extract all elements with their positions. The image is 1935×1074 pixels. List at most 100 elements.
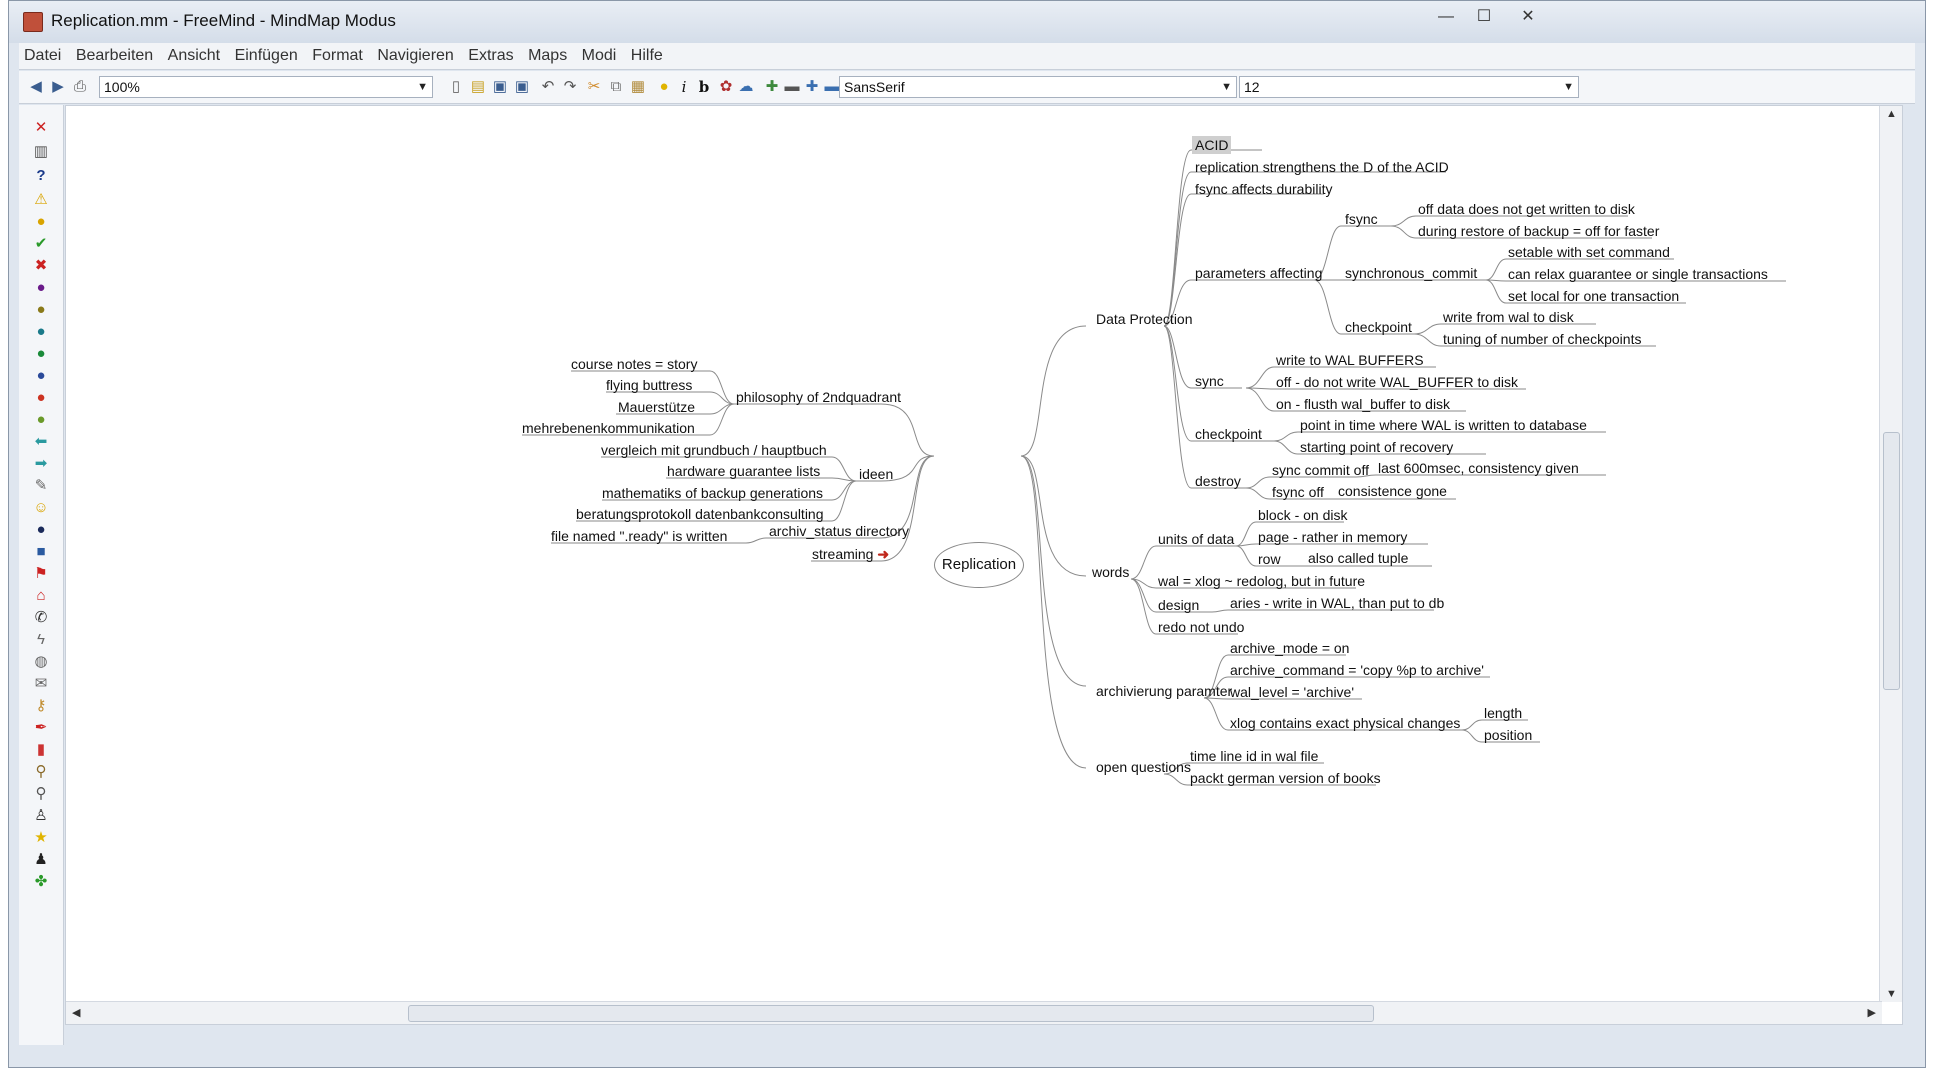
node-wal-xlog[interactable]: wal = xlog ~ redolog, but in future	[1158, 572, 1365, 590]
node-mathematiks[interactable]: mathematiks of backup generations	[602, 484, 823, 502]
node-row[interactable]: row	[1258, 550, 1281, 568]
cloud-icon[interactable]: ☁	[737, 78, 755, 96]
node-ideen[interactable]: ideen	[859, 465, 893, 483]
node-file-ready[interactable]: file named ".ready" is written	[551, 527, 727, 545]
root-node[interactable]: Replication	[934, 542, 1024, 588]
idea-icon[interactable]: ●	[32, 213, 50, 231]
node-write-wal[interactable]: write from wal to disk	[1443, 308, 1574, 326]
node-flying-buttress[interactable]: flying buttress	[606, 376, 692, 394]
node-time-line[interactable]: time line id in wal file	[1190, 747, 1318, 765]
horizontal-scroll-thumb[interactable]	[408, 1005, 1374, 1022]
node-fsync-off[interactable]: fsync off	[1272, 483, 1324, 501]
home-icon[interactable]: ⌂	[32, 587, 50, 605]
penguin-icon[interactable]: ♟	[32, 851, 50, 869]
node-beratung[interactable]: beratungsprotokoll datenbankconsulting	[576, 505, 824, 523]
mindmap-canvas[interactable]: Replication Data Protection ACID replica…	[65, 105, 1903, 1025]
node-packt[interactable]: packt german version of books	[1190, 769, 1381, 787]
scroll-left-icon[interactable]: ◀	[72, 1006, 80, 1019]
remove-icon[interactable]: ✕	[32, 119, 50, 137]
flash-icon[interactable]: ϟ	[32, 631, 50, 649]
node-hardware[interactable]: hardware guarantee lists	[667, 462, 820, 480]
chat-icon[interactable]: ◍	[32, 653, 50, 671]
cut-icon[interactable]: ✂	[585, 78, 603, 96]
priority-1-icon[interactable]: ●	[32, 279, 50, 297]
add-node-icon[interactable]: ✚	[763, 78, 781, 96]
node-data-protection[interactable]: Data Protection	[1096, 310, 1193, 328]
node-archivierung[interactable]: archivierung paramter	[1096, 682, 1232, 700]
book-icon[interactable]: ■	[32, 543, 50, 561]
node-destroy[interactable]: destroy	[1195, 472, 1241, 490]
node-streaming[interactable]: streaming ➜	[812, 545, 889, 563]
priority-3-icon[interactable]: ●	[32, 323, 50, 341]
trash-icon[interactable]: ▥	[32, 143, 50, 161]
node-tuning[interactable]: tuning of number of checkpoints	[1443, 330, 1641, 348]
magnify-icon[interactable]: ⚲	[32, 785, 50, 803]
save-icon[interactable]: ▣	[491, 78, 509, 96]
node-position[interactable]: position	[1484, 726, 1532, 744]
new-file-icon[interactable]: ▯	[447, 78, 465, 96]
node-restore[interactable]: during restore of backup = off for faste…	[1418, 222, 1659, 240]
close-button[interactable]: ✕	[1509, 5, 1547, 29]
priority-6-icon[interactable]: ●	[32, 389, 50, 407]
menu-modi[interactable]: Modi	[577, 43, 622, 65]
node-parameters-affecting[interactable]: parameters affecting	[1195, 264, 1322, 282]
bell-icon[interactable]: ▮	[32, 741, 50, 759]
node-aries[interactable]: aries - write in WAL, than put to db	[1230, 594, 1444, 612]
menu-einfuegen[interactable]: Einfügen	[230, 43, 303, 65]
node-checkpoint-param[interactable]: checkpoint	[1345, 318, 1412, 336]
link-arrow-icon[interactable]: ➜	[877, 546, 889, 562]
priority-2-icon[interactable]: ●	[32, 301, 50, 319]
vertical-scroll-thumb[interactable]	[1883, 432, 1900, 690]
node-fsync[interactable]: fsync	[1345, 210, 1378, 228]
node-open-questions[interactable]: open questions	[1096, 758, 1191, 776]
node-xlog[interactable]: xlog contains exact physical changes	[1230, 714, 1460, 732]
maximize-button[interactable]: ☐	[1465, 5, 1503, 29]
menu-maps[interactable]: Maps	[523, 43, 572, 65]
node-philosophy[interactable]: philosophy of 2ndquadrant	[736, 388, 901, 406]
node-set-local[interactable]: set local for one transaction	[1508, 287, 1679, 305]
node-archive-command[interactable]: archive_command = 'copy %p to archive'	[1230, 661, 1484, 679]
attach-icon[interactable]: ✎	[32, 477, 50, 495]
vertical-scrollbar[interactable]: ▲ ▼	[1879, 106, 1902, 1002]
paste-icon[interactable]: ▦	[629, 78, 647, 96]
smiley-icon[interactable]: ☺	[32, 499, 50, 517]
node-relax[interactable]: can relax guarantee or single transactio…	[1508, 265, 1768, 283]
scroll-up-icon[interactable]: ▲	[1886, 108, 1897, 120]
node-starting-point[interactable]: starting point of recovery	[1300, 438, 1453, 456]
minimize-button[interactable]: —	[1427, 5, 1465, 29]
node-checkpoint[interactable]: checkpoint	[1195, 425, 1262, 443]
scroll-right-icon[interactable]: ▶	[1868, 1006, 1876, 1019]
node-course-notes[interactable]: course notes = story	[571, 355, 697, 373]
save-as-icon[interactable]: ▣	[513, 78, 531, 96]
priority-7-icon[interactable]: ●	[32, 411, 50, 429]
forward-icon[interactable]: ➡	[32, 455, 50, 473]
cross-icon[interactable]: ✖	[32, 257, 50, 275]
node-length[interactable]: length	[1484, 704, 1522, 722]
node-last-600msec[interactable]: last 600msec, consistency given	[1378, 459, 1579, 477]
remove-node-icon[interactable]: ▬	[783, 78, 801, 96]
node-consistence-gone[interactable]: consistence gone	[1338, 482, 1447, 500]
forward-icon[interactable]: ▶	[49, 78, 67, 96]
node-off-data[interactable]: off data does not get written to disk	[1418, 200, 1635, 218]
node-replication-strengthens[interactable]: replication strengthens the D of the ACI…	[1195, 158, 1449, 176]
print-icon[interactable]: ⎙	[71, 78, 89, 96]
node-sync[interactable]: sync	[1195, 372, 1224, 390]
font-size-select[interactable]: 12 ▼	[1239, 76, 1579, 98]
node-fsync-durability[interactable]: fsync affects durability	[1195, 180, 1332, 198]
person-icon[interactable]: ♙	[32, 807, 50, 825]
node-page[interactable]: page - rather in memory	[1258, 528, 1407, 546]
menu-bearbeiten[interactable]: Bearbeiten	[71, 43, 158, 65]
back-icon[interactable]: ◀	[27, 78, 45, 96]
node-acid[interactable]: ACID	[1192, 136, 1232, 154]
question-icon[interactable]: ?	[32, 167, 50, 185]
node-block[interactable]: block - on disk	[1258, 506, 1347, 524]
node-wal-level[interactable]: wal_level = 'archive'	[1230, 683, 1354, 701]
enlarge-icon[interactable]: ✚	[803, 78, 821, 96]
node-design[interactable]: design	[1158, 596, 1199, 614]
node-point-in-time[interactable]: point in time where WAL is written to da…	[1300, 416, 1587, 434]
pen-icon[interactable]: ✒	[32, 719, 50, 737]
clover-icon[interactable]: ✤	[32, 873, 50, 891]
menu-ansicht[interactable]: Ansicht	[163, 43, 225, 65]
node-sync-commit-off[interactable]: sync commit off	[1272, 461, 1369, 479]
node-tuple[interactable]: also called tuple	[1308, 549, 1408, 567]
